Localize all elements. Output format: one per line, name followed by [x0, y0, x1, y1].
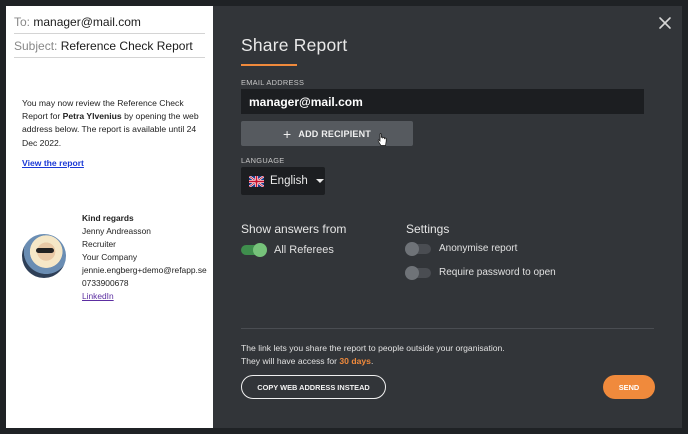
send-button[interactable]: SEND [603, 375, 655, 399]
toggle-knob [253, 243, 267, 257]
plus-icon: + [283, 125, 292, 142]
pointer-cursor-icon [377, 133, 387, 146]
divider [14, 57, 205, 58]
email-body-text: You may now review the Reference Check R… [22, 97, 204, 150]
close-icon[interactable] [657, 15, 673, 31]
info-line-2: They will have access for 30 days. [241, 355, 505, 368]
require-password-toggle-row[interactable]: Require password to open [405, 265, 556, 280]
require-password-label: Require password to open [439, 267, 556, 278]
copy-web-address-button[interactable]: COPY WEB ADDRESS INSTEAD [241, 375, 386, 399]
email-address-label: EMAIL ADDRESS [241, 78, 305, 87]
signature-role: Recruiter [82, 239, 116, 249]
language-label: LANGUAGE [241, 156, 285, 165]
candidate-name: Petra Ylvenius [62, 111, 122, 122]
email-address-input[interactable] [241, 89, 644, 114]
all-referees-toggle-row[interactable]: All Referees [241, 243, 334, 257]
signature-name: Jenny Andreasson [82, 226, 151, 236]
dialog-title: Share Report [241, 35, 348, 55]
info-line-1: The link lets you share the report to pe… [241, 343, 505, 353]
title-underline [241, 64, 297, 66]
avatar-glasses [36, 248, 54, 253]
access-days: 30 days [339, 356, 371, 366]
view-report-link[interactable]: View the report [22, 158, 84, 168]
chevron-down-icon [315, 179, 324, 183]
divider [241, 328, 654, 329]
avatar [22, 234, 66, 278]
subject-label: Subject: [14, 39, 58, 53]
signature-company: Your Company [82, 252, 138, 262]
toggle-knob [405, 241, 419, 256]
anonymise-toggle[interactable] [405, 241, 431, 256]
settings-title: Settings [406, 222, 450, 236]
signature-greeting: Kind regards [82, 213, 134, 223]
to-value: manager@mail.com [33, 15, 141, 29]
require-password-toggle[interactable] [405, 265, 431, 280]
email-preview-panel: To: manager@mail.com Subject: Reference … [6, 6, 213, 428]
anonymise-toggle-row[interactable]: Anonymise report [405, 241, 518, 256]
divider [14, 33, 205, 34]
signature-phone: 0733900678 [82, 278, 129, 288]
share-info-text: The link lets you share the report to pe… [241, 342, 505, 368]
language-value: English [270, 175, 308, 187]
all-referees-label: All Referees [274, 244, 334, 256]
add-recipient-button[interactable]: + ADD RECIPIENT [241, 121, 413, 146]
email-to-line: To: manager@mail.com [14, 15, 205, 29]
email-signature: Kind regards Jenny Andreasson Recruiter … [82, 212, 207, 303]
linkedin-link[interactable]: LinkedIn [82, 290, 207, 303]
share-report-dialog: Share Report EMAIL ADDRESS + ADD RECIPIE… [213, 6, 682, 428]
anonymise-label: Anonymise report [439, 243, 518, 254]
uk-flag-icon [249, 175, 264, 187]
toggle-knob [405, 265, 419, 280]
all-referees-toggle[interactable] [241, 243, 267, 257]
language-select[interactable]: English [241, 167, 325, 195]
signature-email: jennie.engberg+demo@refapp.se [82, 265, 207, 275]
subject-value: Reference Check Report [60, 39, 193, 53]
to-label: To: [14, 15, 31, 29]
add-recipient-label: ADD RECIPIENT [298, 128, 371, 139]
info-prefix: They will have access for [241, 356, 340, 366]
show-answers-title: Show answers from [241, 222, 347, 236]
info-suffix: . [370, 356, 374, 366]
email-subject-line: Subject: Reference Check Report [14, 39, 205, 53]
